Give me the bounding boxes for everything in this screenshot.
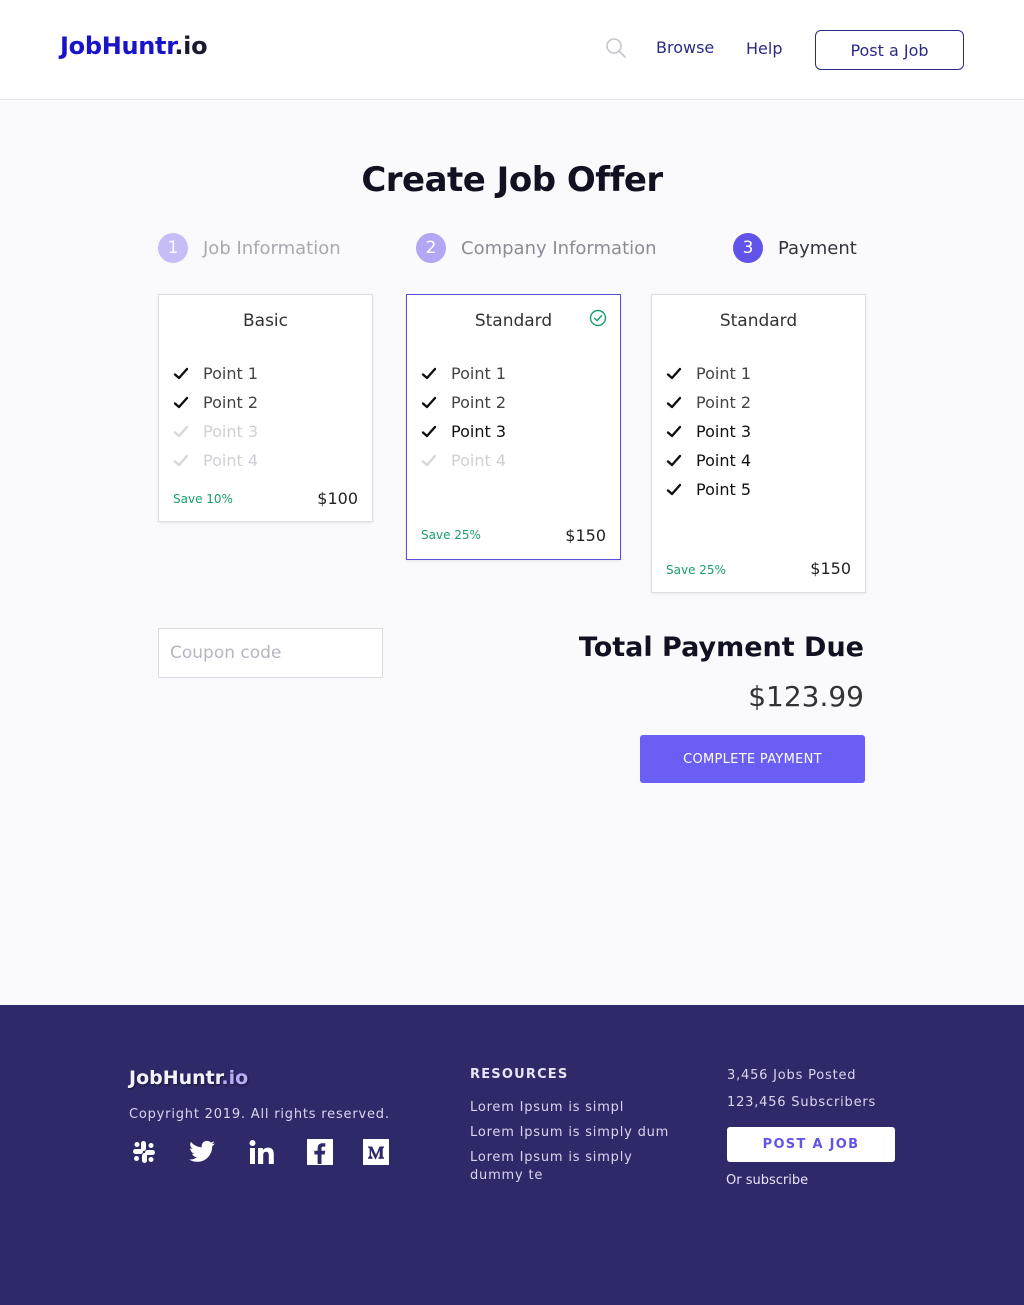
total-payment-amount: $123.99 <box>748 680 864 713</box>
plan-point-label: Point 2 <box>696 393 751 412</box>
plan-save-badge: Save 10% <box>173 492 233 506</box>
plan-point: Point 4 <box>173 446 258 475</box>
step-label: Company Information <box>461 237 657 259</box>
plan-points-list: Point 1 Point 2 Point 3 Point 4 <box>173 359 258 475</box>
plan-point-label: Point 4 <box>203 451 258 470</box>
slack-icon[interactable] <box>130 1138 158 1166</box>
nav-help-link[interactable]: Help <box>746 39 782 58</box>
total-payment-label: Total Payment Due <box>578 632 864 663</box>
step-label: Job Information <box>203 237 341 259</box>
plan-points-list: Point 1 Point 2 Point 3 Point 4 Point 5 <box>666 359 751 504</box>
check-icon <box>666 425 682 437</box>
check-icon <box>666 396 682 408</box>
check-icon <box>666 483 682 495</box>
logo-main: JobHuntr <box>60 32 175 60</box>
step-label: Payment <box>778 237 857 259</box>
plan-point-label: Point 2 <box>203 393 258 412</box>
plan-point-label: Point 1 <box>451 364 506 383</box>
plan-point: Point 1 <box>173 359 258 388</box>
step-number: 2 <box>416 233 446 263</box>
plan-point: Point 2 <box>666 388 751 417</box>
search-icon[interactable] <box>604 36 628 60</box>
post-job-button[interactable]: Post a Job <box>815 30 964 70</box>
complete-payment-button[interactable]: COMPLETE PAYMENT <box>640 735 865 783</box>
step-number: 1 <box>158 233 188 263</box>
step-payment[interactable]: 3 Payment <box>733 233 857 263</box>
plan-name: Standard <box>719 311 798 331</box>
plan-point: Point 2 <box>421 388 506 417</box>
jobs-posted-count: 3,456 Jobs Posted <box>727 1068 857 1083</box>
check-icon <box>421 367 437 379</box>
plan-point-label: Point 5 <box>696 480 751 499</box>
coupon-code-input[interactable] <box>158 628 383 678</box>
plan-point-label: Point 1 <box>696 364 751 383</box>
top-navbar: JobHuntr.io Browse Help Post a Job <box>0 0 1024 100</box>
resources-heading: RESOURCES <box>470 1067 569 1082</box>
plan-point: Point 3 <box>421 417 506 446</box>
plan-point-label: Point 4 <box>451 451 506 470</box>
check-icon <box>173 367 189 379</box>
footer-logo-main: JobHuntr <box>129 1067 222 1089</box>
plan-point: Point 4 <box>666 446 751 475</box>
plan-save-badge: Save 25% <box>666 563 726 577</box>
plan-point-label: Point 1 <box>203 364 258 383</box>
facebook-icon[interactable] <box>306 1138 334 1166</box>
nav-browse-link[interactable]: Browse <box>656 38 714 57</box>
plan-save-badge: Save 25% <box>421 528 481 542</box>
plan-point: Point 5 <box>666 475 751 504</box>
check-icon <box>421 396 437 408</box>
plan-point: Point 3 <box>173 417 258 446</box>
plan-point: Point 2 <box>173 388 258 417</box>
plan-price: $100 <box>317 489 358 508</box>
plan-points-list: Point 1 Point 2 Point 3 Point 4 <box>421 359 506 475</box>
check-icon <box>421 454 437 466</box>
linkedin-icon[interactable] <box>248 1138 276 1166</box>
plan-point-label: Point 3 <box>203 422 258 441</box>
check-icon <box>173 454 189 466</box>
logo-suffix: .io <box>174 32 208 60</box>
selected-check-circle-icon <box>589 309 607 327</box>
plan-point-label: Point 4 <box>696 451 751 470</box>
plan-card-basic[interactable]: Basic Point 1 Point 2 Point 3 Point 4 Save … <box>158 294 373 522</box>
logo[interactable]: JobHuntr.io <box>60 32 208 60</box>
medium-icon[interactable] <box>362 1138 390 1166</box>
resource-link[interactable]: Lorem Ipsum is simply dummy te <box>470 1149 670 1185</box>
step-job-information[interactable]: 1 Job Information <box>158 233 341 263</box>
plan-point-label: Point 3 <box>451 422 506 441</box>
subscribers-count: 123,456 Subscribers <box>727 1095 877 1110</box>
resource-link[interactable]: Lorem Ipsum is simply dum <box>470 1124 670 1142</box>
plan-point: Point 4 <box>421 446 506 475</box>
footer: JobHuntr.io Copyright 2019. All rights r… <box>0 1005 1024 1305</box>
check-icon <box>666 454 682 466</box>
footer-post-job-button[interactable]: POST A JOB <box>727 1127 895 1162</box>
plan-point-label: Point 3 <box>696 422 751 441</box>
plan-name: Basic <box>242 311 288 331</box>
page-title: Create Job Offer <box>361 160 663 200</box>
plan-price: $150 <box>810 559 851 578</box>
copyright-text: Copyright 2019. All rights reserved. <box>129 1107 390 1122</box>
footer-logo[interactable]: JobHuntr.io <box>129 1067 248 1089</box>
subscribe-link[interactable]: Or subscribe <box>726 1173 808 1188</box>
step-number: 3 <box>733 233 763 263</box>
plan-card-standard-plus[interactable]: Standard Point 1 Point 2 Point 3 Point 4 Poi… <box>651 294 866 593</box>
check-icon <box>666 367 682 379</box>
plan-point-label: Point 2 <box>451 393 506 412</box>
plan-point: Point 1 <box>421 359 506 388</box>
footer-logo-suffix: .io <box>221 1067 249 1089</box>
check-icon <box>421 425 437 437</box>
plan-price: $150 <box>565 526 606 545</box>
plan-point: Point 1 <box>666 359 751 388</box>
check-icon <box>173 396 189 408</box>
resource-link[interactable]: Lorem Ipsum is simpl <box>470 1099 670 1117</box>
twitter-icon[interactable] <box>188 1138 216 1166</box>
step-company-information[interactable]: 2 Company Information <box>416 233 657 263</box>
check-icon <box>173 425 189 437</box>
resources-list: Lorem Ipsum is simpl Lorem Ipsum is simp… <box>470 1099 670 1192</box>
plan-card-standard[interactable]: Standard Point 1 Point 2 Point 3 Point 4 Sa… <box>406 294 621 560</box>
plan-point: Point 3 <box>666 417 751 446</box>
